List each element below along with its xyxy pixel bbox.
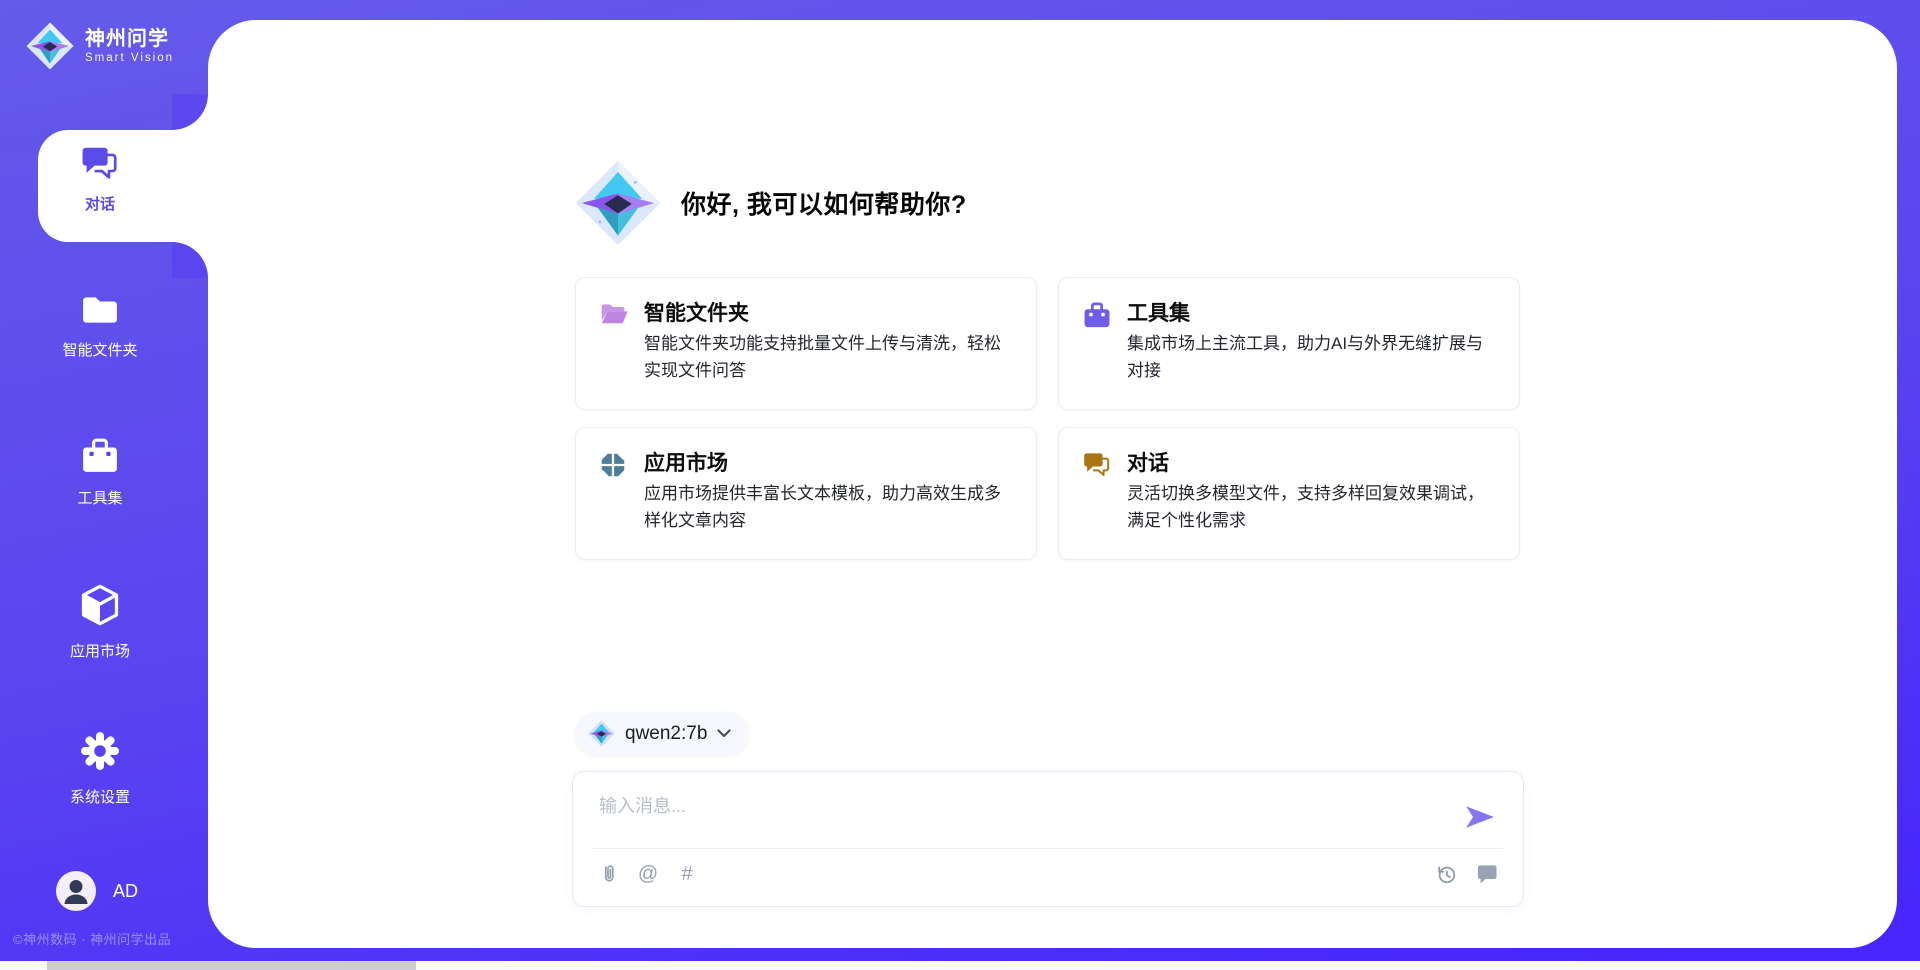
greeting-title: 你好, 我可以如何帮助你? <box>681 185 967 221</box>
greeting-block: 你好, 我可以如何帮助你? <box>575 160 967 246</box>
chat-bubbles-icon <box>81 167 119 184</box>
card-toolset[interactable]: 工具集 集成市场上主流工具，助力AI与外界无缝扩展与对接 <box>1058 277 1520 410</box>
scrollbar-thumb[interactable] <box>47 961 416 970</box>
app-logo-icon <box>575 160 661 246</box>
card-title: 应用市场 <box>644 447 728 477</box>
model-selector[interactable]: qwen2:7b <box>575 712 749 755</box>
model-name: qwen2:7b <box>625 723 707 745</box>
sidebar-item-app-market[interactable]: 应用市场 <box>0 583 200 661</box>
message-input[interactable] <box>597 790 1461 844</box>
comment-icon[interactable] <box>1475 862 1499 886</box>
brand-subtitle: Smart Vision <box>85 52 174 64</box>
sidebar-footer: ©神州数码 · 神州问学出品 <box>13 929 213 948</box>
card-description: 灵活切换多模型文件，支持多样回复效果调试，满足个性化需求 <box>1127 480 1491 534</box>
chevron-down-icon <box>717 725 731 743</box>
card-description: 应用市场提供丰富长文本模板，助力高效生成多样化文章内容 <box>644 480 1008 534</box>
grid-cube-icon <box>600 452 628 480</box>
gear-icon <box>79 760 121 777</box>
sidebar-item-label: 工具集 <box>0 487 200 508</box>
sidebar-item-label: 应用市场 <box>0 640 200 661</box>
composer-divider <box>593 848 1503 849</box>
card-title: 对话 <box>1127 447 1169 477</box>
attach-icon[interactable] <box>597 862 621 886</box>
avatar <box>56 871 96 911</box>
sidebar-item-toolset[interactable]: 工具集 <box>0 438 200 508</box>
briefcase-icon <box>81 461 119 478</box>
model-logo-icon <box>588 720 615 747</box>
sidebar-item-label: 智能文件夹 <box>0 339 200 360</box>
composer: qwen2:7b @ <box>572 712 1524 907</box>
card-title: 工具集 <box>1127 297 1190 327</box>
sidebar: 神州问学 Smart Vision 对话 智能文件夹 <box>0 0 208 970</box>
message-input-box: @ # <box>572 771 1524 907</box>
folder-open-icon <box>600 302 628 330</box>
cube-icon <box>80 614 120 631</box>
brand-name: 神州问学 <box>85 28 169 50</box>
sidebar-item-label: 系统设置 <box>0 786 200 807</box>
card-app-market[interactable]: 应用市场 应用市场提供丰富长文本模板，助力高效生成多样化文章内容 <box>575 427 1037 560</box>
card-description: 智能文件夹功能支持批量文件上传与清洗，轻松实现文件问答 <box>644 330 1008 384</box>
sidebar-item-chat[interactable]: 对话 <box>0 146 200 214</box>
send-icon[interactable] <box>1465 805 1495 829</box>
user-chip[interactable]: AD <box>56 871 138 911</box>
feature-cards: 智能文件夹 智能文件夹功能支持批量文件上传与清洗，轻松实现文件问答 工具集 集成… <box>575 277 1520 560</box>
card-title: 智能文件夹 <box>644 297 749 327</box>
sidebar-item-settings[interactable]: 系统设置 <box>0 729 200 807</box>
briefcase-icon <box>1083 302 1111 330</box>
chat-bubbles-icon <box>1083 452 1111 480</box>
main-panel: 你好, 我可以如何帮助你? 智能文件夹 智能文件夹功能支持批量文件上传与清洗，轻… <box>208 20 1897 948</box>
folder-icon <box>81 313 119 330</box>
mention-icon[interactable]: @ <box>636 862 660 886</box>
command-icon[interactable]: # <box>675 862 699 886</box>
active-nav-fillet-bottom <box>172 242 208 278</box>
brand: 神州问学 Smart Vision <box>26 22 174 70</box>
user-name: AD <box>113 881 138 902</box>
sidebar-item-label: 对话 <box>0 193 200 214</box>
horizontal-scrollbar[interactable] <box>0 961 1920 970</box>
active-nav-fillet-top <box>172 94 208 130</box>
card-description: 集成市场上主流工具，助力AI与外界无缝扩展与对接 <box>1127 330 1491 384</box>
sidebar-item-smart-folder[interactable]: 智能文件夹 <box>0 294 200 360</box>
history-icon[interactable] <box>1434 862 1458 886</box>
card-chat[interactable]: 对话 灵活切换多模型文件，支持多样回复效果调试，满足个性化需求 <box>1058 427 1520 560</box>
card-smart-folder[interactable]: 智能文件夹 智能文件夹功能支持批量文件上传与清洗，轻松实现文件问答 <box>575 277 1037 410</box>
app-logo-icon <box>26 22 74 70</box>
